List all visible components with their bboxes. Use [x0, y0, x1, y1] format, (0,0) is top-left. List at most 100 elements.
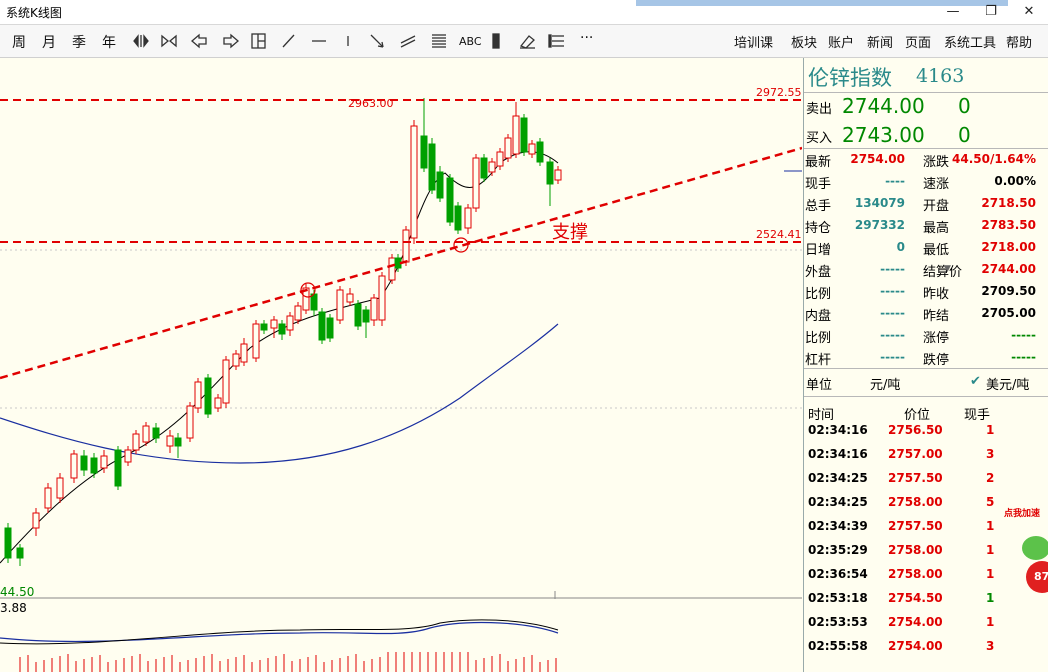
- tick-qty: 2: [986, 471, 995, 485]
- stat-value: 2705.00: [981, 306, 1036, 320]
- candle-body: [124, 449, 132, 463]
- parallel-lines-icon[interactable]: [400, 35, 416, 48]
- stat-value: -----: [1011, 328, 1036, 342]
- candle-body: [378, 275, 386, 321]
- buy-label: 买入: [806, 131, 833, 146]
- period-month-button[interactable]: 月: [42, 32, 56, 52]
- chart-canvas[interactable]: [0, 58, 802, 672]
- stat-value: 134079: [854, 196, 905, 210]
- candle-body: [464, 207, 472, 229]
- speed-up-widget[interactable]: 点我加速 87: [1002, 500, 1048, 610]
- candle-body: [278, 323, 286, 335]
- tick-qty: 5: [986, 495, 995, 509]
- menu-system-tools[interactable]: 系统工具: [944, 32, 996, 51]
- layout-grid-icon[interactable]: [251, 33, 266, 49]
- period-week-button[interactable]: 周: [12, 32, 26, 52]
- menu-account[interactable]: 账户: [828, 32, 854, 51]
- stat-value: -----: [880, 328, 905, 342]
- buy-price[interactable]: 2743.00: [842, 123, 925, 147]
- menu-page[interactable]: 页面: [905, 32, 931, 51]
- drawing-tools: [133, 33, 564, 49]
- menu-sector[interactable]: 板块: [791, 32, 817, 51]
- stat-value: -----: [880, 350, 905, 364]
- candle-body: [174, 437, 182, 447]
- ma-long-line: [0, 323, 559, 464]
- menu-training[interactable]: 培训课: [734, 32, 773, 51]
- candle-body: [142, 425, 150, 443]
- stat-label: 比例: [805, 331, 832, 346]
- candle-body: [194, 381, 202, 409]
- title-bar: 系统K线图 — ❐ ✕: [0, 0, 1048, 25]
- minimize-button[interactable]: —: [934, 0, 972, 24]
- candle-body: [326, 317, 334, 339]
- candle-body: [536, 141, 544, 163]
- candle-body: [44, 487, 52, 509]
- stat-value: 0.00%: [994, 174, 1036, 188]
- candle-body: [436, 171, 444, 199]
- stat-label: 最新: [805, 155, 832, 170]
- candle-body: [528, 143, 536, 155]
- candle-body: [80, 455, 88, 471]
- tick-qty: 1: [986, 519, 995, 533]
- restore-button[interactable]: ❐: [972, 0, 1010, 24]
- arrow-left-icon[interactable]: [191, 33, 207, 49]
- candle-body: [16, 547, 24, 559]
- candle-body: [472, 157, 480, 209]
- fibonacci-icon[interactable]: [432, 34, 446, 48]
- period-quarter-button[interactable]: 季: [72, 32, 86, 52]
- stat-label: 跌停: [923, 353, 950, 368]
- support-trend-line[interactable]: [0, 146, 802, 380]
- tick-time: 02:35:29: [808, 543, 868, 557]
- menu-help[interactable]: 帮助: [1006, 32, 1032, 51]
- arrow-right-icon[interactable]: [223, 33, 239, 49]
- support-annotation: 支撑: [552, 222, 588, 243]
- candle-body: [488, 161, 496, 173]
- stat-value: -----: [880, 306, 905, 320]
- macd-histogram: [19, 652, 557, 672]
- candle-body: [546, 161, 554, 185]
- tick-price: 2757.50: [888, 471, 943, 485]
- candle-body: [32, 512, 40, 529]
- sell-quantity: 0: [958, 94, 971, 118]
- instrument-code: 4163: [916, 65, 965, 87]
- settings-list-icon[interactable]: [548, 34, 564, 48]
- candle-body: [428, 143, 436, 191]
- low-price-label: 44.50: [0, 585, 35, 599]
- kline-chart[interactable]: 2963.00 2972.55 2524.41 支撑 44.50 3.88: [0, 58, 802, 672]
- candle-body: [496, 151, 504, 167]
- stat-value: 2754.00: [850, 152, 905, 166]
- collapse-horizontal-icon[interactable]: [161, 34, 177, 48]
- stat-label: 开盘: [923, 199, 950, 214]
- tick-time: 02:34:16: [808, 447, 868, 461]
- tick-price: 2758.00: [888, 495, 943, 509]
- tick-price: 2758.00: [888, 567, 943, 581]
- sell-price[interactable]: 2744.00: [842, 94, 925, 118]
- expand-horizontal-icon[interactable]: [133, 34, 149, 48]
- diagonal-line-icon[interactable]: [282, 34, 295, 48]
- period-year-button[interactable]: 年: [102, 32, 116, 52]
- stat-label: 总手: [805, 199, 832, 214]
- unit-usd-option[interactable]: 美元/吨: [986, 374, 1029, 393]
- dropdown-caret-icon[interactable]: ▼: [944, 264, 951, 274]
- resistance-price-label: 2972.55: [756, 86, 802, 99]
- tick-price: 2756.50: [888, 423, 943, 437]
- buy-quantity: 0: [958, 123, 971, 147]
- candle-body: [388, 257, 396, 281]
- close-button[interactable]: ✕: [1010, 0, 1048, 24]
- stat-value: ----: [885, 174, 905, 188]
- more-icon[interactable]: ···: [580, 30, 593, 46]
- menu-news[interactable]: 新闻: [867, 32, 893, 51]
- candle-body: [166, 435, 174, 447]
- text-tool-icon[interactable]: ABC: [459, 35, 482, 48]
- eraser-icon[interactable]: [519, 35, 535, 49]
- macd-dea-line: [0, 621, 559, 643]
- window-title: 系统K线图: [6, 6, 62, 20]
- arrow-line-icon[interactable]: [370, 34, 384, 48]
- candle-body: [90, 457, 98, 474]
- unit-cny-option[interactable]: 元/吨: [870, 374, 900, 393]
- bar-color-icon[interactable]: [492, 33, 500, 49]
- stat-label: 昨结: [923, 309, 950, 324]
- candle-body: [240, 343, 248, 363]
- tick-price: 2757.00: [888, 447, 943, 461]
- top-price-label: 2963.00: [348, 97, 394, 110]
